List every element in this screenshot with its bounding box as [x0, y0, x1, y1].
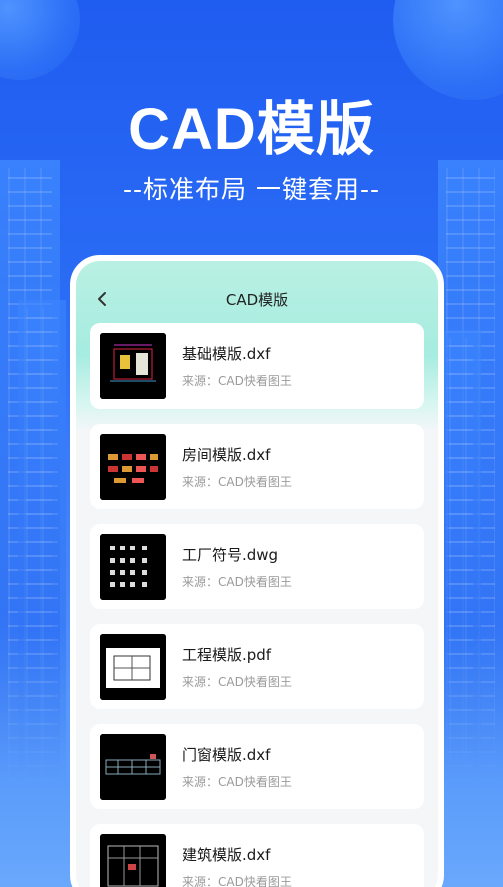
- template-item[interactable]: 房间模版.dxf 来源：CAD快看图王: [90, 424, 424, 509]
- template-item[interactable]: 基础模版.dxf 来源：CAD快看图王: [90, 323, 424, 409]
- template-name: 房间模版.dxf: [182, 445, 271, 464]
- template-source: 来源：CAD快看图王: [182, 674, 292, 689]
- template-source: 来源：CAD快看图王: [182, 374, 292, 388]
- template-name: 门窗模版.dxf: [182, 745, 271, 764]
- template-name: 建筑模版.dxf: [182, 845, 271, 864]
- template-name: 工程模版.pdf: [182, 645, 272, 664]
- template-thumbnail: [100, 733, 166, 800]
- template-thumbnail: [100, 533, 166, 600]
- template-item[interactable]: 工厂符号.dwg 来源：CAD快看图王: [90, 524, 424, 609]
- template-name: 基础模版.dxf: [182, 345, 271, 363]
- chevron-left-icon[interactable]: [90, 287, 114, 311]
- template-source: 来源：CAD快看图王: [182, 574, 292, 589]
- navigation-bar: CAD模版: [76, 281, 438, 317]
- template-item[interactable]: 建筑模版.dxf 来源：CAD快看图王: [90, 824, 424, 887]
- template-thumbnail: [100, 433, 166, 500]
- template-source: 来源：CAD快看图王: [182, 874, 292, 887]
- template-item[interactable]: 工程模版.pdf 来源：CAD快看图王: [90, 624, 424, 709]
- template-source: 来源：CAD快看图王: [182, 474, 292, 489]
- background-circle: [0, 0, 80, 80]
- template-thumbnail: [100, 333, 166, 399]
- template-item[interactable]: 门窗模版.dxf 来源：CAD快看图王: [90, 724, 424, 809]
- template-list: 基础模版.dxf 来源：CAD快看图王 房间模版.dxf 来源：CAD快看图王 …: [90, 323, 424, 887]
- hero-subtitle: --标准布局 一键套用--: [122, 175, 381, 204]
- template-name: 工厂符号.dwg: [182, 545, 279, 564]
- phone-mockup: CAD模版 基础模版.dxf 来源：CAD快看图王 房间模版.dxf 来源：CA…: [70, 255, 444, 887]
- hero-title: CAD模版: [128, 97, 375, 162]
- template-source: 来源：CAD快看图王: [182, 774, 292, 789]
- template-thumbnail: [100, 633, 166, 700]
- template-thumbnail: [100, 833, 166, 887]
- screen-title: CAD模版: [225, 290, 289, 309]
